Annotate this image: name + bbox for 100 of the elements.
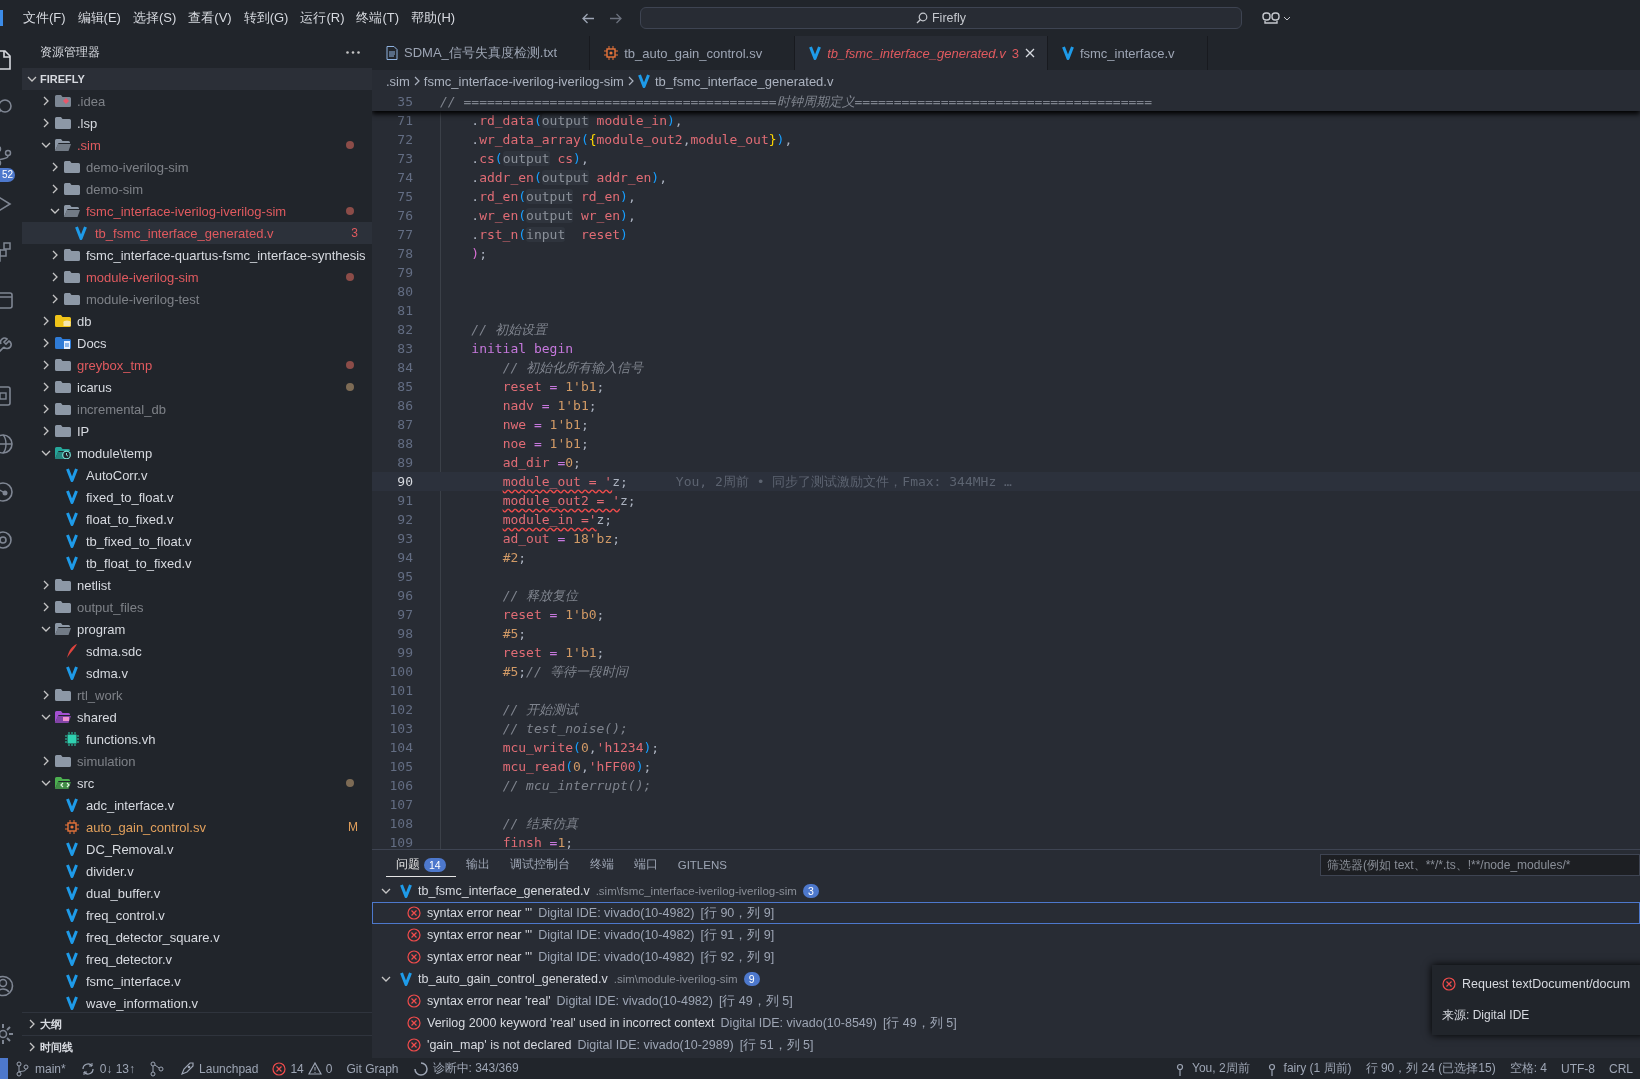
chevron-right-icon[interactable] [52, 250, 58, 260]
tree-item[interactable]: .lsp [22, 112, 372, 134]
section-header[interactable]: 时间线 [40, 1039, 73, 1055]
panel-tab[interactable]: GITLENS [667, 854, 737, 876]
tree-item[interactable]: demo-sim [22, 178, 372, 200]
chevron-right-icon[interactable] [29, 1019, 35, 1029]
tree-item[interactable]: adc_interface.v [22, 794, 372, 816]
chevron-right-icon[interactable] [43, 602, 49, 612]
editor-tab[interactable]: tb_fsmc_interface_generated.v 3 [795, 36, 1048, 70]
blame-status[interactable]: fairy (1 周前) [1256, 1060, 1359, 1077]
tree-item[interactable]: module-iverilog-sim [22, 266, 372, 288]
tree-item[interactable]: tb_fixed_to_float.v [22, 530, 372, 552]
tree-item[interactable]: rtl_work [22, 684, 372, 706]
problem-row[interactable]: 'gain_map' is not declared Digital IDE: vivado(10-2989) [行 51，列 5] [372, 1034, 1640, 1056]
tree-item[interactable]: sdma.sdc [22, 640, 372, 662]
chevron-right-icon[interactable] [52, 162, 58, 172]
chevron-right-icon[interactable] [52, 272, 58, 282]
chevron-down-icon[interactable] [41, 450, 51, 456]
panel-tab[interactable]: 输出 [455, 853, 500, 877]
tree-item[interactable]: divider.v [22, 860, 372, 882]
chevron-right-icon[interactable] [43, 96, 49, 106]
section-header[interactable]: FIREFLY [40, 73, 85, 85]
menu-item[interactable]: 编辑(E) [71, 6, 127, 30]
chevron-down-icon[interactable] [41, 142, 51, 148]
tree-item[interactable]: Docs [22, 332, 372, 354]
breadcrumb-item[interactable]: .sim [386, 73, 410, 89]
close-icon[interactable] [1024, 48, 1035, 58]
caret-icon[interactable] [1283, 15, 1291, 21]
tree-item[interactable]: AutoCorr.v [22, 464, 372, 486]
breadcrumb-item[interactable]: tb_fsmc_interface_generated.v [637, 73, 834, 89]
tree-item[interactable]: freq_control.v [22, 904, 372, 926]
chevron-down-icon[interactable] [41, 714, 51, 720]
menu-item[interactable]: 终端(T) [350, 6, 406, 30]
tree-item[interactable]: DC_Removal.v [22, 838, 372, 860]
back-arrow-icon[interactable] [582, 12, 595, 24]
blame-status[interactable]: You, 2周前 [1165, 1060, 1257, 1077]
chevron-right-icon[interactable] [43, 756, 49, 766]
tree-item[interactable]: fixed_to_float.v [22, 486, 372, 508]
more-icon[interactable] [346, 50, 360, 54]
sync-status[interactable]: 0↓ 13↑ [72, 1060, 143, 1077]
tree-item[interactable]: tb_fsmc_interface_generated.v 3 [22, 222, 372, 244]
panel-tab[interactable]: 终端 [579, 853, 624, 877]
branch-status[interactable]: main* [8, 1060, 73, 1077]
problem-row[interactable]: syntax error near ''' Digital IDE: vivado(10-4982) [行 92，列 9] [372, 946, 1640, 968]
tree-item[interactable]: functions.vh [22, 728, 372, 750]
tree-item[interactable]: greybox_tmp [22, 354, 372, 376]
forward-arrow-icon[interactable] [609, 12, 622, 24]
tree-item[interactable]: freq_detector.v [22, 948, 372, 970]
tree-item[interactable]: dual_buffer.v [22, 882, 372, 904]
tree-item[interactable]: simulation [22, 750, 372, 772]
chevron-right-icon[interactable] [43, 580, 49, 590]
chevron-right-icon[interactable] [52, 294, 58, 304]
chevron-right-icon[interactable] [43, 360, 49, 370]
tree-item[interactable]: IP [22, 420, 372, 442]
menu-item[interactable]: 帮助(H) [405, 6, 462, 30]
status-item[interactable]: CRL [1602, 1061, 1640, 1076]
status-item[interactable]: Git Graph [339, 1061, 406, 1076]
chevron-down-icon[interactable] [381, 976, 391, 982]
chevron-right-icon[interactable] [43, 118, 49, 128]
menu-item[interactable]: 查看(V) [182, 6, 238, 30]
chevron-right-icon[interactable] [43, 382, 49, 392]
chevron-right-icon[interactable] [43, 690, 49, 700]
tree-item[interactable]: fsmc_interface.v [22, 970, 372, 992]
file-name[interactable]: tb_auto_gain_control_generated.v [418, 972, 608, 986]
problems-status[interactable]: 14 0 [265, 1061, 340, 1076]
menu-item[interactable]: 文件(F) [17, 6, 72, 30]
menu-item[interactable]: 运行(R) [294, 6, 351, 30]
filter-field[interactable]: 筛选器(例如 text、**/*.ts、!**/node_modules/* [1320, 854, 1640, 876]
chevron-down-icon[interactable] [50, 208, 60, 214]
goggles-icon[interactable] [1262, 11, 1280, 25]
status-item[interactable]: 行 90，列 24 (已选择15) [1358, 1060, 1503, 1077]
chevron-down-icon[interactable] [27, 76, 37, 82]
chevron-right-icon[interactable] [43, 316, 49, 326]
panel-tab[interactable]: 调试控制台 [499, 853, 580, 877]
panel-tab[interactable]: 端口 [623, 853, 668, 877]
status-item[interactable]: UTF-8 [1554, 1061, 1602, 1076]
tree-item[interactable]: incremental_db [22, 398, 372, 420]
tree-item[interactable]: module\temp [22, 442, 372, 464]
menu-item[interactable]: 选择(S) [126, 6, 183, 30]
panel-tab[interactable]: 问题 14 [386, 853, 456, 877]
chevron-down-icon[interactable] [381, 888, 391, 894]
menu-item[interactable]: 转到(G) [237, 6, 295, 30]
section-header[interactable]: 大纲 [40, 1016, 62, 1032]
command-search-field[interactable]: Firefly [640, 7, 1242, 29]
tree-item[interactable]: icarus [22, 376, 372, 398]
tree-item[interactable]: db [22, 310, 372, 332]
tree-item[interactable]: module-iverilog-test [22, 288, 372, 310]
problem-row[interactable]: syntax error near ''' Digital IDE: vivado(10-4982) [行 90，列 9] [372, 902, 1640, 924]
tree-item[interactable]: demo-iverilog-sim [22, 156, 372, 178]
tree-item[interactable]: float_to_fixed.v [22, 508, 372, 530]
progress-status[interactable]: 诊断中: 343/369 [405, 1060, 526, 1077]
tree-item[interactable]: netlist [22, 574, 372, 596]
tree-item[interactable]: .sim [22, 134, 372, 156]
tree-item[interactable]: auto_gain_control.sv M [22, 816, 372, 838]
chevron-right-icon[interactable] [43, 338, 49, 348]
file-name[interactable]: tb_fsmc_interface_generated.v [418, 884, 590, 898]
tree-item[interactable]: output_files [22, 596, 372, 618]
status-item[interactable]: 空格: 4 [1502, 1060, 1554, 1077]
tree-item[interactable]: fsmc_interface-iverilog-iverilog-sim [22, 200, 372, 222]
chevron-down-icon[interactable] [41, 780, 51, 786]
